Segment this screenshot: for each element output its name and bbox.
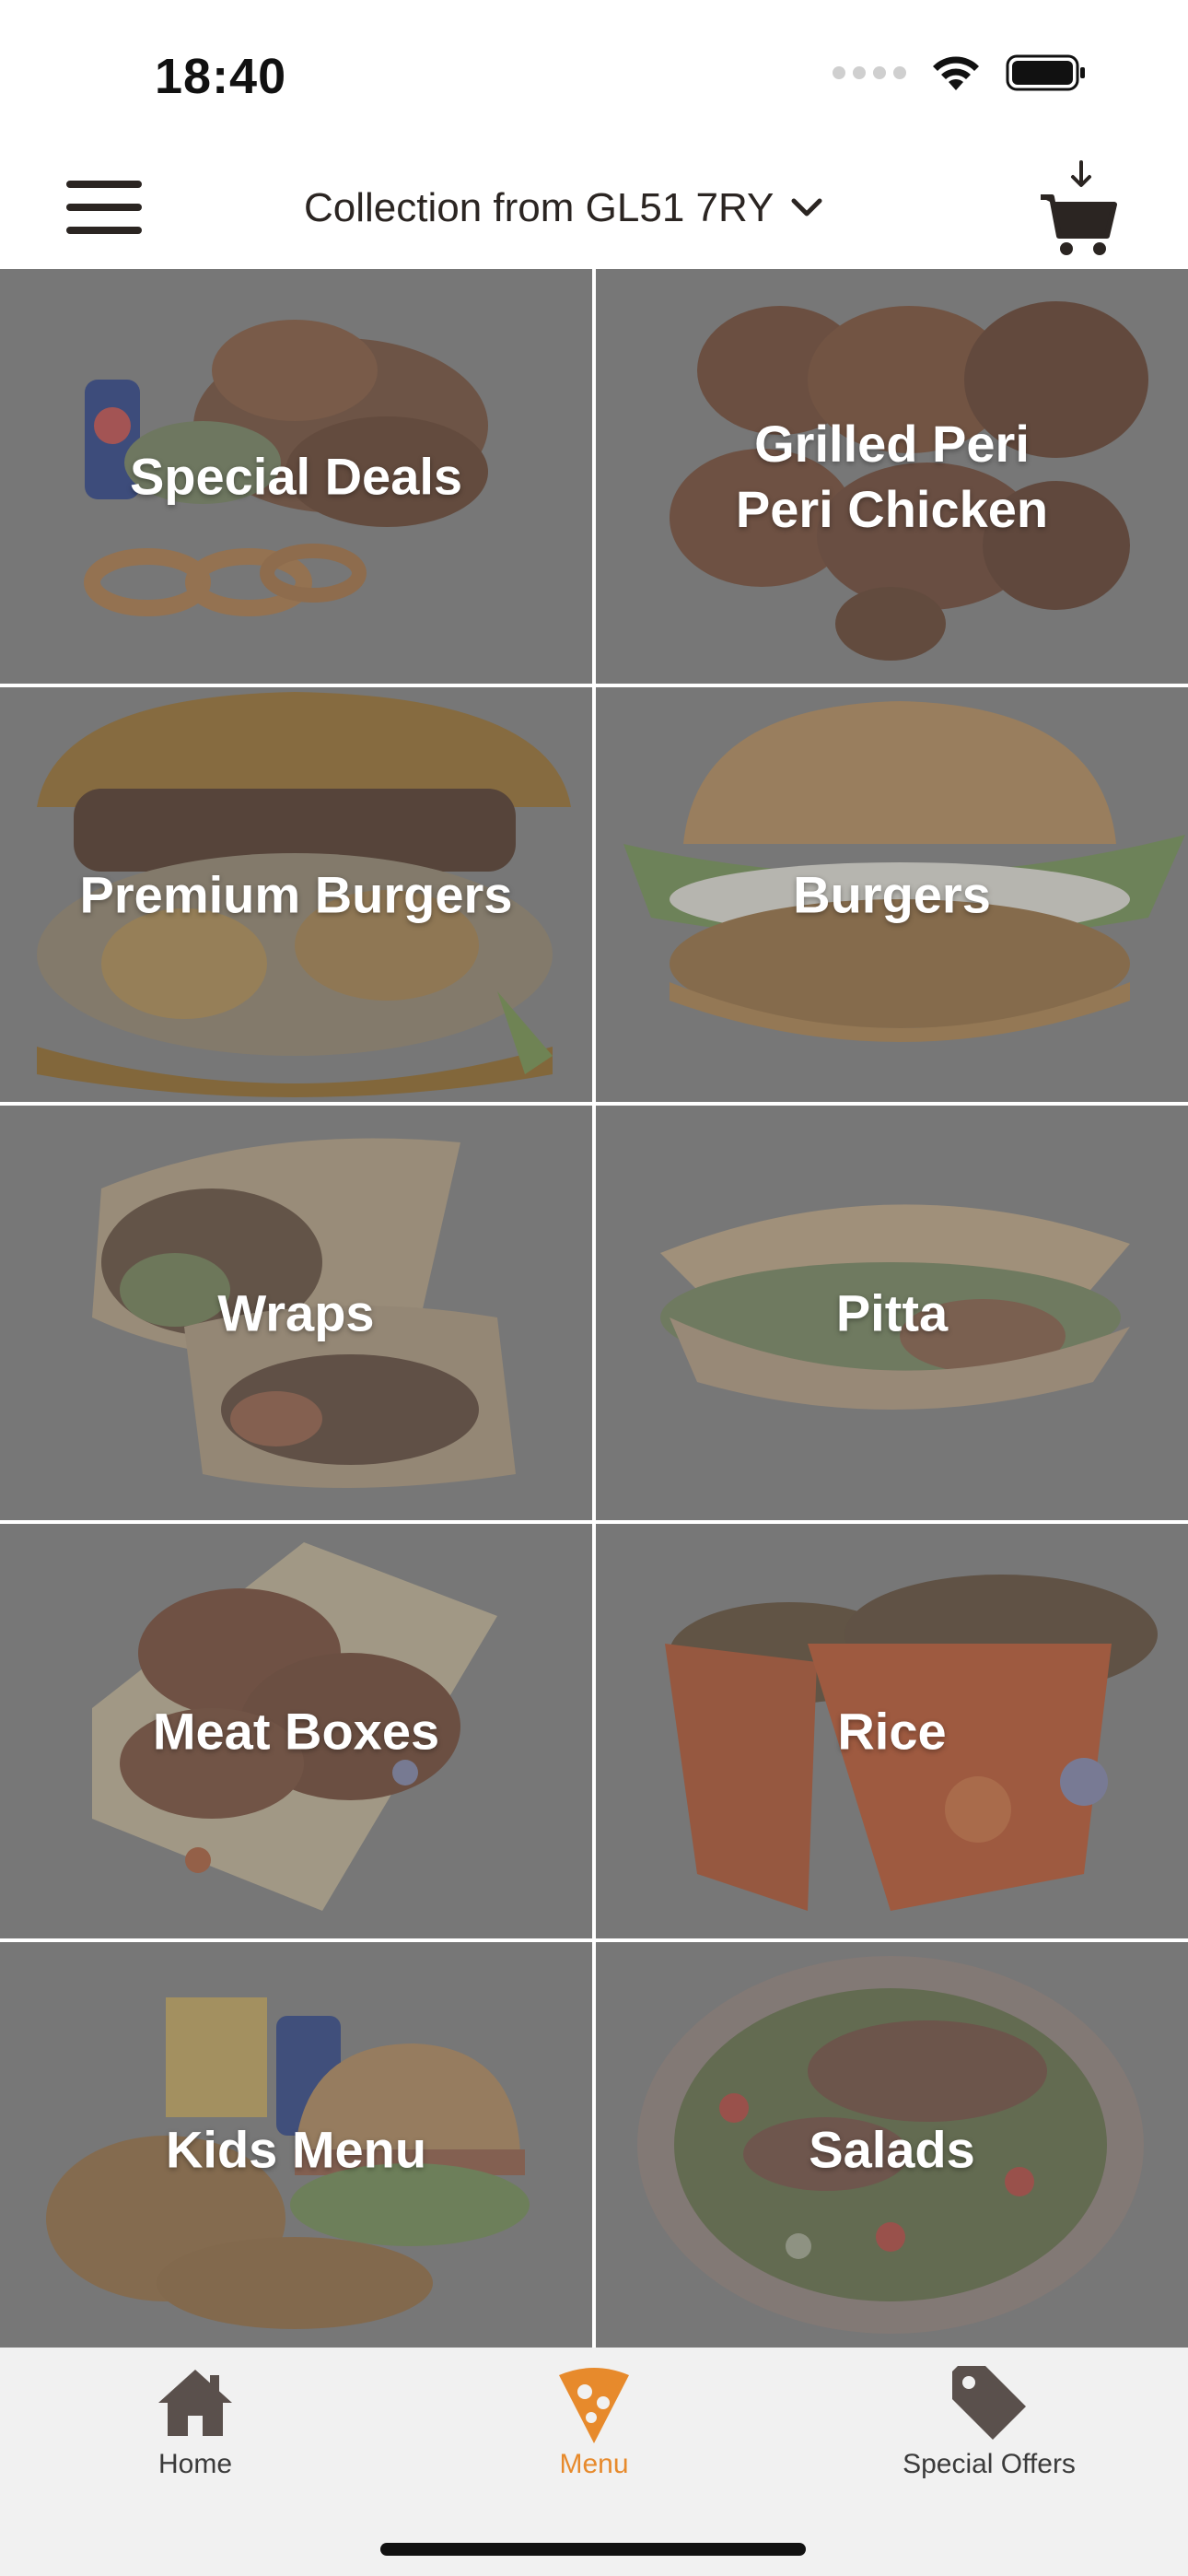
tab-special-offers[interactable]: Special Offers	[833, 2359, 1146, 2497]
location-text: Collection from GL51 7RY	[304, 185, 775, 230]
category-label: Special Deals	[129, 447, 463, 506]
category-label: Wraps	[217, 1283, 375, 1342]
category-tile-rice[interactable]: Rice	[596, 1524, 1188, 1938]
category-tile-special-deals[interactable]: Special Deals	[0, 269, 592, 684]
home-icon	[158, 2370, 232, 2436]
wifi-icon	[933, 56, 979, 90]
menu-category-grid: Special Deals Grilled Peri Peri Chicken …	[0, 269, 1188, 2357]
category-label: Rice	[837, 1702, 947, 1761]
battery-icon	[1006, 54, 1085, 91]
category-tile-meat-boxes[interactable]: Meat Boxes	[0, 1524, 592, 1938]
status-time: 18:40	[155, 49, 287, 104]
category-tile-premium-burgers[interactable]: Premium Burgers	[0, 687, 592, 1102]
app-header: Collection from GL51 7RY	[0, 147, 1188, 269]
category-tile-salads[interactable]: Salads	[596, 1942, 1188, 2357]
category-label: Premium Burgers	[79, 865, 513, 924]
category-label: Kids Menu	[165, 2120, 427, 2179]
tab-label: Special Offers	[903, 2449, 1076, 2479]
cellular-signal-icon	[833, 66, 906, 79]
pizza-slice-icon	[559, 2368, 629, 2443]
bottom-tab-bar: Home Menu Special Offers	[0, 2348, 1188, 2576]
tag-icon	[952, 2366, 1026, 2440]
tab-label: Home	[157, 2449, 233, 2479]
home-indicator[interactable]	[380, 2543, 806, 2556]
category-tile-pitta[interactable]: Pitta	[596, 1106, 1188, 1520]
category-tile-burgers[interactable]: Burgers	[596, 687, 1188, 1102]
category-tile-kids-menu[interactable]: Kids Menu	[0, 1942, 592, 2357]
status-icons	[833, 53, 1087, 92]
category-label: Grilled Peri Peri Chicken	[735, 414, 1049, 538]
category-label: Burgers	[793, 865, 991, 924]
category-tile-grilled-peri-peri-chicken[interactable]: Grilled Peri Peri Chicken	[596, 269, 1188, 684]
shopping-cart-icon[interactable]	[1039, 157, 1118, 260]
tab-label: Menu	[559, 2449, 629, 2479]
category-label: Meat Boxes	[152, 1702, 440, 1761]
category-label: Salads	[809, 2120, 975, 2179]
hamburger-menu-icon[interactable]	[66, 181, 142, 240]
tab-home[interactable]: Home	[39, 2359, 352, 2497]
category-label: Pitta	[835, 1283, 949, 1342]
status-bar: 18:40	[0, 0, 1188, 147]
category-tile-wraps[interactable]: Wraps	[0, 1106, 592, 1520]
chevron-down-icon	[791, 198, 822, 217]
location-selector[interactable]: Collection from GL51 7RY	[304, 181, 823, 236]
tab-menu[interactable]: Menu	[437, 2359, 751, 2497]
